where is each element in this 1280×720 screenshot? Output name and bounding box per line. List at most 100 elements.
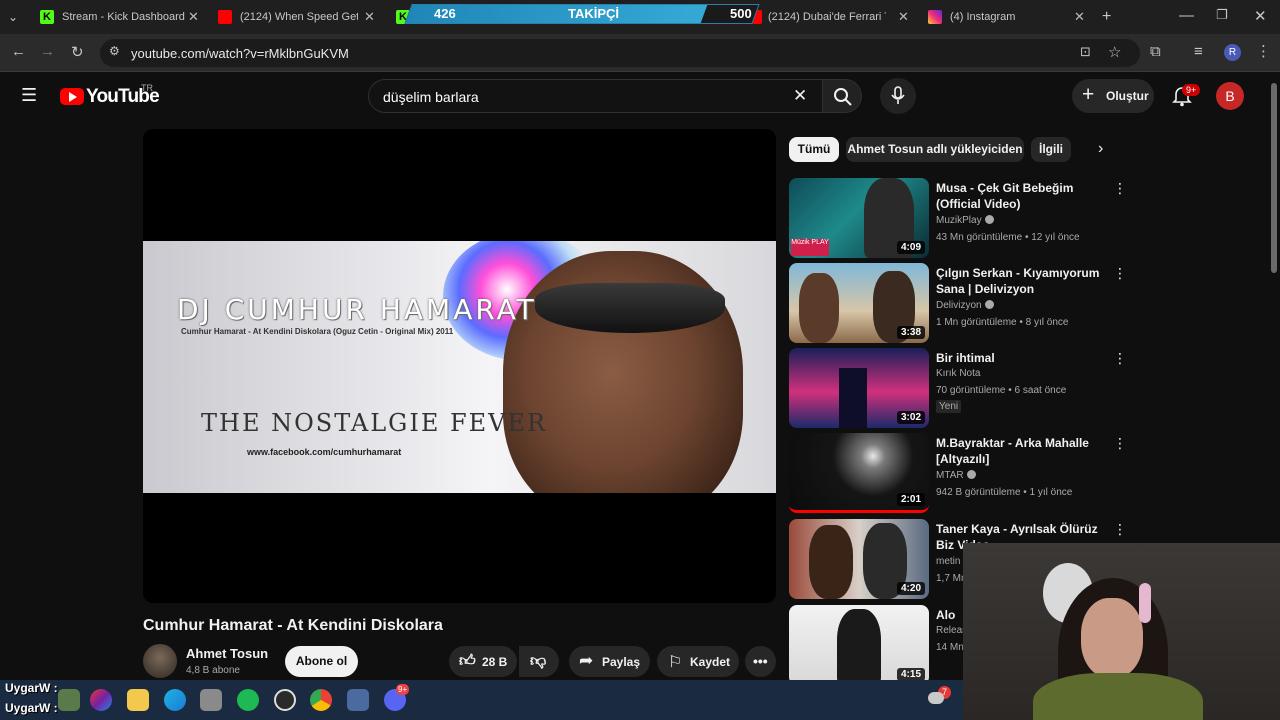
- close-icon[interactable]: ✕: [1074, 9, 1085, 25]
- hamburger-menu-icon[interactable]: ☰: [21, 85, 37, 106]
- tab-instagram[interactable]: (4) Instagram ✕: [928, 0, 1088, 34]
- recommendation-item[interactable]: 3:02 Bir ihtimal Kırık Nota 70 görüntüle…: [789, 348, 1129, 428]
- close-icon[interactable]: ✕: [364, 9, 375, 25]
- recommendation-meta: 70 görüntüleme • 6 saat önce: [936, 385, 1067, 396]
- forward-icon[interactable]: →: [40, 43, 55, 60]
- site-info-icon[interactable]: ⚙: [109, 44, 120, 58]
- profile-avatar[interactable]: R: [1224, 44, 1241, 61]
- clear-search-icon[interactable]: ✕: [793, 86, 807, 106]
- menu-kebab-icon[interactable]: ⋮: [1256, 42, 1271, 60]
- headphones-image: [1139, 583, 1151, 623]
- tab-title: Stream - Kick Dashboard: [62, 11, 185, 23]
- create-button[interactable]: + Oluştur: [1072, 79, 1154, 113]
- discord-icon[interactable]: 9+: [384, 684, 410, 711]
- sunglasses-image: [535, 283, 725, 333]
- video-thumbnail[interactable]: 3:38: [789, 263, 929, 343]
- thumbnail-person: [837, 609, 881, 680]
- spotify-icon[interactable]: [237, 689, 259, 711]
- media-icon[interactable]: ≡: [1194, 43, 1203, 60]
- streamer-body: [1033, 673, 1203, 720]
- chip-all[interactable]: Tümü: [789, 137, 839, 162]
- voice-search-button[interactable]: [880, 78, 916, 114]
- video-overlay-fever: THE NOSTALGIE FEVER: [201, 409, 548, 437]
- window-close-icon[interactable]: ✕: [1254, 7, 1267, 25]
- duration-badge: 4:20: [896, 582, 925, 595]
- chrome-icon[interactable]: [310, 689, 332, 711]
- tab-title: (4) Instagram: [950, 11, 1016, 23]
- verified-icon: [966, 470, 976, 479]
- minimize-icon[interactable]: —: [1179, 7, 1194, 24]
- chevron-right-icon[interactable]: ›: [1098, 140, 1103, 158]
- save-button[interactable]: ⚐ Kaydet: [657, 646, 739, 677]
- video-title: Cumhur Hamarat - At Kendini Diskolara: [143, 617, 443, 634]
- recommendation-channel: MuzikPlay: [936, 215, 994, 226]
- copilot-icon[interactable]: [90, 689, 112, 711]
- close-icon[interactable]: ✕: [898, 9, 909, 25]
- tray-notification[interactable]: 7: [928, 686, 952, 708]
- dislike-button[interactable]: 👎︎: [519, 646, 559, 677]
- account-avatar[interactable]: B: [1216, 82, 1244, 110]
- install-icon[interactable]: ⊡: [1080, 44, 1091, 60]
- recommendation-channel: MTAR: [936, 470, 976, 481]
- channel-avatar[interactable]: [143, 644, 177, 678]
- like-button[interactable]: 👍︎ 28 B: [449, 646, 517, 677]
- more-vertical-icon[interactable]: ⋮: [1113, 350, 1127, 367]
- scrollbar[interactable]: [1269, 73, 1280, 543]
- bookmark-star-icon[interactable]: ☆: [1108, 43, 1121, 61]
- scrollbar-thumb[interactable]: [1271, 83, 1277, 273]
- chat-username: UygarW :: [5, 701, 58, 715]
- store-icon[interactable]: [200, 689, 222, 711]
- video-thumbnail[interactable]: Müzik PLAY 4:09: [789, 178, 929, 258]
- webcam-overlay: [963, 543, 1280, 720]
- chip-related[interactable]: İlgili: [1031, 137, 1071, 162]
- share-button[interactable]: ➦ Paylaş: [569, 646, 650, 677]
- recommendation-item[interactable]: 3:38 Çılgın Serkan - Kıyamıyorum Sana | …: [789, 263, 1129, 343]
- channel-name[interactable]: Ahmet Tosun: [186, 646, 268, 661]
- microphone-icon: [891, 86, 905, 104]
- duration-badge: 3:02: [896, 411, 925, 424]
- channel-text: Delivizyon: [936, 300, 982, 311]
- address-bar[interactable]: ⚙ youtube.com/watch?v=rMklbnGuKVM ⊡ ☆: [100, 39, 1140, 67]
- video-player[interactable]: DJ CUMHUR HAMARAT Cumhur Hamarat - At Ke…: [143, 129, 776, 603]
- thumbs-down-icon: 👎︎: [530, 653, 547, 670]
- new-tab-icon[interactable]: +: [1102, 8, 1111, 26]
- video-overlay-dj: DJ CUMHUR HAMARAT: [177, 293, 537, 326]
- reload-icon[interactable]: ↻: [71, 43, 84, 61]
- recommendation-meta: 14 Mn: [936, 642, 964, 653]
- subscriber-count: 4,8 B abone: [186, 665, 240, 676]
- more-vertical-icon[interactable]: ⋮: [1113, 180, 1127, 197]
- restore-icon[interactable]: ❐: [1216, 7, 1228, 23]
- tab-youtube-dubai[interactable]: (2124) Dubai'de Ferrari Tas ✕: [752, 0, 912, 34]
- tab-youtube-speed[interactable]: (2124) When Speed Gets D ✕: [218, 0, 383, 34]
- more-actions-button[interactable]: •••: [745, 646, 776, 677]
- more-vertical-icon[interactable]: ⋮: [1113, 521, 1127, 538]
- subscribe-button[interactable]: Abone ol: [285, 646, 358, 677]
- video-thumbnail[interactable]: 2:01: [789, 433, 929, 513]
- recommendation-item[interactable]: 2:01 M.Bayraktar - Arka Mahalle [Altyazı…: [789, 433, 1129, 513]
- thumbnail-person: [799, 273, 839, 343]
- video-thumbnail[interactable]: 4:15: [789, 605, 929, 680]
- search-input[interactable]: düşelim barlara ✕: [368, 79, 822, 113]
- duration-badge: 4:09: [896, 241, 925, 254]
- region-code: TR: [141, 83, 153, 93]
- obs-icon[interactable]: [274, 689, 296, 711]
- edge-icon[interactable]: [164, 689, 186, 711]
- kick-icon: K: [40, 10, 54, 24]
- chip-from-uploader[interactable]: Ahmet Tosun adlı yükleyiciden: [846, 137, 1024, 162]
- thumbnail-figure: [839, 368, 867, 428]
- file-explorer-icon[interactable]: [127, 689, 149, 711]
- streamer-face: [1081, 598, 1143, 678]
- recommendation-item[interactable]: Müzik PLAY 4:09 Musa - Çek Git Bebeğim (…: [789, 178, 1129, 258]
- tab-search-button[interactable]: ⌄: [8, 0, 28, 34]
- video-thumbnail[interactable]: 4:20: [789, 519, 929, 599]
- more-vertical-icon[interactable]: ⋮: [1113, 435, 1127, 452]
- taskbar-app-icon[interactable]: [347, 689, 369, 711]
- video-thumbnail[interactable]: 3:02: [789, 348, 929, 428]
- close-icon[interactable]: ✕: [188, 9, 199, 25]
- thumbnail-person: [809, 525, 853, 599]
- search-button[interactable]: [822, 79, 862, 113]
- back-icon[interactable]: ←: [11, 43, 26, 60]
- tab-kick-dashboard[interactable]: K Stream - Kick Dashboard ✕: [40, 0, 205, 34]
- extensions-icon[interactable]: ⧉: [1150, 43, 1161, 60]
- more-vertical-icon[interactable]: ⋮: [1113, 265, 1127, 282]
